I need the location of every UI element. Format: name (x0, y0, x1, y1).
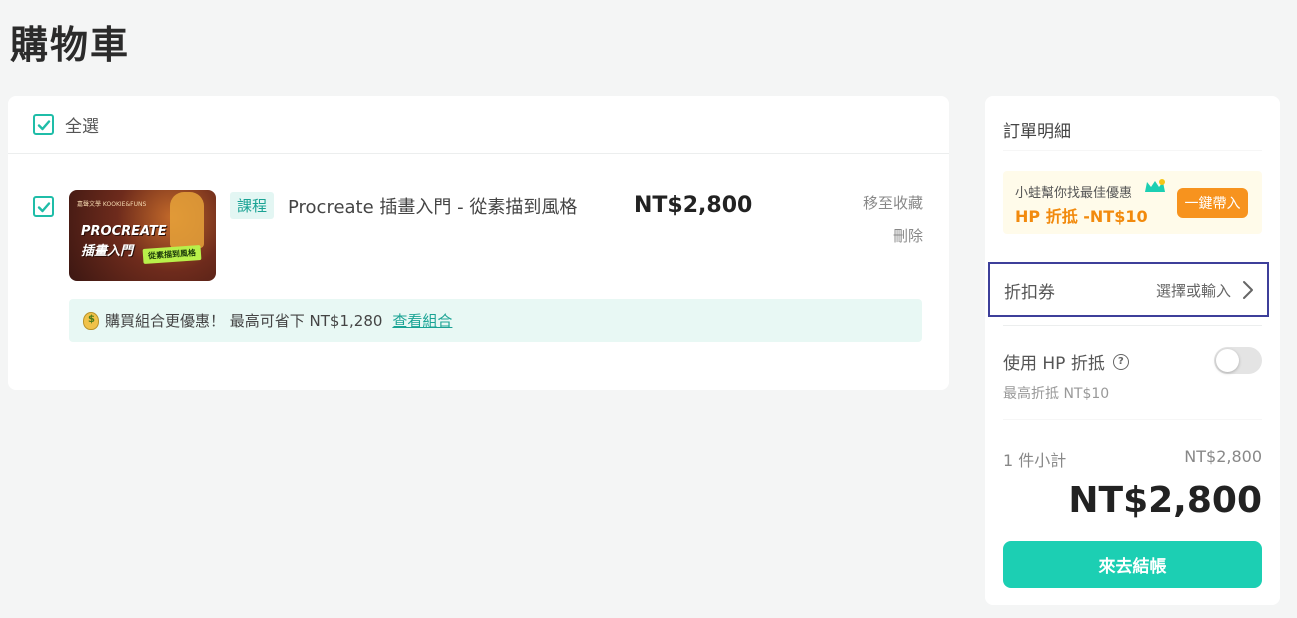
checkout-button[interactable]: 來去結帳 (1003, 541, 1262, 588)
thumbnail-figure (170, 192, 204, 248)
frog-crown-icon (1145, 179, 1165, 192)
hp-max-text: 最高折抵 NT$10 (1003, 386, 1110, 402)
cart-item: 嘉聲文學 KOOKIE&FUNS PROCREATE 插畫入門 從素描到風格 課… (8, 96, 949, 390)
promo-offer: HP 折抵 -NT$10 (1015, 207, 1148, 226)
check-icon (37, 201, 50, 212)
item-title[interactable]: Procreate 插畫入門 - 從素描到風格 (288, 193, 577, 219)
hp-discount-toggle[interactable] (1214, 347, 1262, 374)
divider (1003, 419, 1262, 420)
apply-promo-button[interactable]: 一鍵帶入 (1177, 188, 1248, 218)
cart-card: 全選 嘉聲文學 KOOKIE&FUNS PROCREATE 插畫入門 從素描到風… (8, 96, 949, 390)
coupon-row[interactable]: 折扣券 選擇或輸入 (988, 262, 1269, 317)
summary-title: 訂單明細 (1003, 122, 1071, 142)
item-checkbox[interactable] (33, 196, 54, 217)
thumbnail-title: PROCREATE (81, 224, 167, 239)
subtotal-label: 1 件小計 (1003, 451, 1067, 470)
bundle-offer-bar: 購買組合更優惠！ 最高可省下 NT$1,280 查看組合 (69, 299, 922, 342)
money-bag-icon (83, 311, 99, 330)
page-title: 購物車 (10, 23, 131, 67)
total-value: NT$2,800 (1068, 480, 1262, 521)
hp-discount-text: 使用 HP 折抵 (1003, 354, 1105, 374)
chevron-right-icon (1243, 281, 1253, 299)
thumbnail-subtitle: 插畫入門 (81, 244, 134, 259)
course-thumbnail[interactable]: 嘉聲文學 KOOKIE&FUNS PROCREATE 插畫入門 從素描到風格 (69, 190, 216, 281)
coupon-select-text[interactable]: 選擇或輸入 (1156, 280, 1231, 301)
hp-discount-label: 使用 HP 折抵 ? (1003, 349, 1129, 374)
toggle-knob (1216, 349, 1239, 372)
course-tag: 課程 (230, 192, 275, 219)
promo-box: 小蛙幫你找最佳優惠 HP 折抵 -NT$10 一鍵帶入 (1003, 171, 1262, 234)
divider (1003, 150, 1262, 151)
move-to-favorites-link[interactable]: 移至收藏 (863, 192, 923, 213)
bundle-offer-text: 購買組合更優惠！ 最高可省下 NT$1,280 (105, 312, 383, 330)
help-icon[interactable]: ? (1112, 353, 1129, 370)
promo-hint: 小蛙幫你找最佳優惠 (1015, 186, 1133, 201)
coupon-label: 折扣券 (1004, 283, 1055, 303)
thumbnail-credit: 嘉聲文學 KOOKIE&FUNS (77, 201, 147, 208)
thumbnail-badge: 從素描到風格 (142, 244, 202, 265)
subtotal-value: NT$2,800 (1184, 447, 1262, 466)
divider (1003, 325, 1262, 326)
order-summary: 訂單明細 小蛙幫你找最佳優惠 HP 折抵 -NT$10 一鍵帶入 折扣券 選擇或… (985, 96, 1280, 605)
view-bundle-link[interactable]: 查看組合 (392, 310, 452, 331)
delete-item-link[interactable]: 刪除 (893, 225, 923, 246)
item-price: NT$2,800 (634, 193, 753, 218)
